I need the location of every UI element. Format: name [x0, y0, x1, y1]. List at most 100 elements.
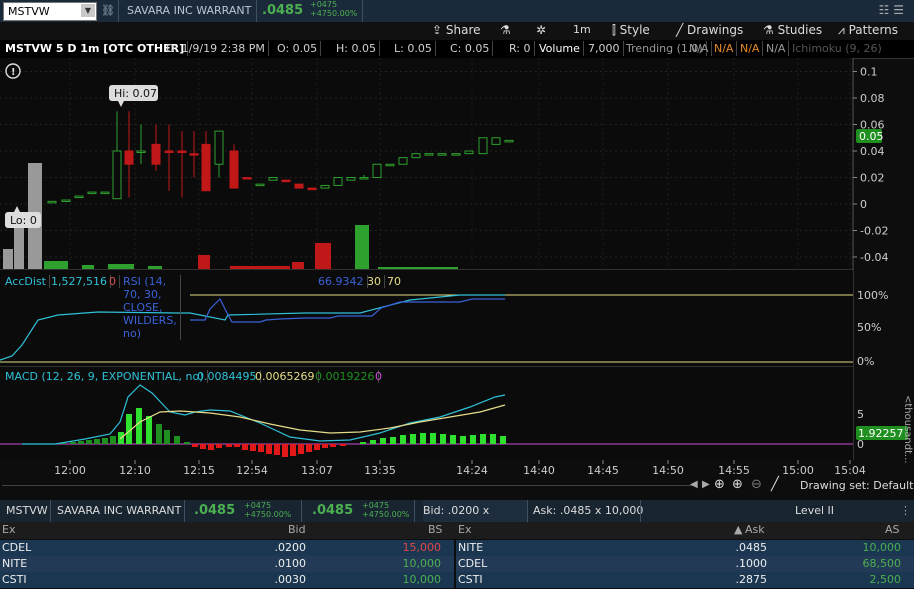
link-icon[interactable]: ⛓	[101, 4, 115, 17]
ask-size: 2,500	[869, 573, 902, 586]
macd-hist-bar	[70, 442, 76, 444]
studies-button[interactable]: ⚗ Studies	[763, 23, 822, 37]
divider	[118, 0, 119, 22]
macd-hist-bar	[450, 435, 456, 444]
macd-hist-bar	[470, 435, 476, 444]
bar-date: D: 1/9/19 2:38 PM	[163, 41, 269, 56]
ask-col-ex[interactable]: Ex	[458, 522, 471, 538]
bid-price: .0200	[274, 541, 307, 554]
drawing-tool-icon[interactable]: ╱	[771, 477, 779, 492]
candle-body	[451, 153, 461, 156]
candle-body	[294, 183, 304, 189]
scroll-right-icon[interactable]: ▶	[702, 479, 710, 490]
patterns-button[interactable]: ⩘ Patterns	[838, 23, 898, 38]
chart-symbol-title[interactable]: MSTVW 5 D 1m [OTC OTHER]	[2, 41, 189, 56]
share-icon: ⇪	[432, 23, 446, 37]
bid-price: .0030	[274, 573, 307, 586]
volume-bar	[292, 262, 304, 269]
macd-hist-bar	[420, 433, 426, 444]
level2-last-price: .0485	[194, 503, 236, 518]
time-tick-label: 13:35	[364, 464, 396, 477]
macd-label[interactable]: MACD (12, 26, 9, EXPONENTIAL, no)	[2, 370, 208, 383]
price-tick-label: 0	[860, 198, 867, 211]
divider	[527, 500, 528, 522]
macd-hist-bar	[234, 444, 240, 447]
ask-col-sort-icon[interactable]: ▲	[734, 522, 742, 538]
chart-area[interactable]: 0.10.080.060.040.020-0.02-0.04 0.05 Hi: …	[0, 58, 914, 477]
accdist-value: 1,527,516	[48, 275, 111, 288]
level2-column-headers: Ex Bid BS Ex ▲ Ask AS	[0, 522, 914, 539]
time-tick-label: 12:00	[54, 464, 86, 477]
interval-selector[interactable]: 1m	[573, 23, 591, 36]
macd-hist-bar	[490, 434, 496, 444]
volume-bar	[44, 261, 68, 269]
candle-body	[504, 139, 514, 143]
time-tick-label: 14:55	[718, 464, 750, 477]
window-menu-icon[interactable]: ☷ ☰	[879, 3, 904, 17]
macd-diff: 0.0019226	[312, 370, 379, 383]
candle-body	[61, 199, 71, 203]
volume-bar	[378, 267, 458, 269]
macd-hist-bar	[200, 444, 206, 449]
zoom-in-icon[interactable]: ⊕	[732, 477, 743, 492]
candle-body	[346, 177, 356, 181]
macd-hist-bar	[102, 438, 108, 444]
time-tick-label: 15:00	[782, 464, 814, 477]
bid-row[interactable]: NITE .0100 10,000	[0, 556, 454, 572]
scroll-left-icon[interactable]: ◀	[690, 479, 698, 490]
macd-zero: 0	[375, 370, 382, 383]
level2-title: Level II	[795, 504, 835, 517]
bid-col-size[interactable]: BS	[428, 522, 442, 538]
candle-body	[464, 150, 474, 155]
rsi-label[interactable]: RSI (14, 70, 30, CLOSE, WILDERS, no)	[120, 275, 181, 340]
ask-row[interactable]: CSTI .2875 2,500	[456, 572, 914, 588]
flask-icon[interactable]: ⚗	[500, 23, 511, 37]
ask-row[interactable]: NITE .0485 10,000	[456, 540, 914, 556]
zoom-out-icon[interactable]: ⊖	[751, 477, 762, 492]
drawing-set-label[interactable]: Drawing set: Default	[800, 479, 913, 492]
ask-col-size[interactable]: AS	[885, 522, 900, 538]
gear-icon[interactable]: ✲	[536, 23, 546, 37]
bid-row[interactable]: CDEL .0200 15,000	[0, 540, 454, 556]
macd-hist-bar	[110, 436, 116, 444]
divider	[256, 0, 257, 22]
level2-symbol[interactable]: MSTVW	[6, 500, 48, 522]
macd-hist-bar	[298, 444, 304, 454]
drawings-button[interactable]: ╱ Drawings	[676, 23, 743, 37]
bid-row[interactable]: CSTI .0030 10,000	[0, 572, 454, 588]
volume-label[interactable]: Volume	[536, 41, 584, 56]
chart-header: MSTVW 5 D 1m [OTC OTHER] D: 1/9/19 2:38 …	[0, 40, 914, 59]
close-icon[interactable]: ⋮	[900, 500, 911, 522]
crosshair-icon[interactable]: ⊕	[714, 477, 725, 492]
ichimoku-label[interactable]: Ichimoku (9, 26)	[789, 41, 885, 56]
price-tick-label: 0.04	[860, 145, 885, 158]
symbol-header-bar: MSTVW ▼ ⛓ SAVARA INC WARRANT .0485 +0475…	[0, 0, 914, 23]
bid-size: 15,000	[402, 541, 442, 554]
candle-body	[242, 177, 252, 180]
macd-hist-bar	[380, 438, 386, 444]
bid-col-price[interactable]: Bid	[288, 522, 306, 538]
level2-ask: Ask: .0485 x 10,000	[533, 504, 644, 517]
trending-na-1: N/A	[686, 41, 713, 56]
chevron-down-icon[interactable]: ▼	[81, 4, 95, 17]
time-tick-label: 14:40	[523, 464, 555, 477]
level2-bid: Bid: .0200 x 15,000	[423, 500, 527, 539]
style-button[interactable]: ⫿ Style	[612, 23, 650, 38]
bid-exchange: CSTI	[2, 573, 27, 586]
candle-body	[87, 191, 97, 195]
time-tick-label: 15:04	[834, 464, 866, 477]
time-scrollbar[interactable]	[2, 485, 697, 486]
ask-col-price[interactable]: Ask	[745, 522, 765, 538]
ask-row[interactable]: CDEL .1000 68,500	[456, 556, 914, 572]
candle-body	[47, 200, 57, 204]
flask-icon: ⚗	[763, 23, 778, 37]
studies-label: Studies	[777, 23, 823, 37]
time-tick-label: 14:50	[652, 464, 684, 477]
bid-col-ex[interactable]: Ex	[2, 522, 15, 538]
share-button[interactable]: ⇪ Share	[432, 23, 481, 37]
macd-hist-bar	[306, 444, 312, 452]
accdist-label[interactable]: AccDist	[2, 275, 50, 288]
accdist-zero: 0	[106, 275, 120, 288]
symbol-input[interactable]: MSTVW ▼	[3, 2, 97, 21]
candle-body	[214, 130, 224, 165]
